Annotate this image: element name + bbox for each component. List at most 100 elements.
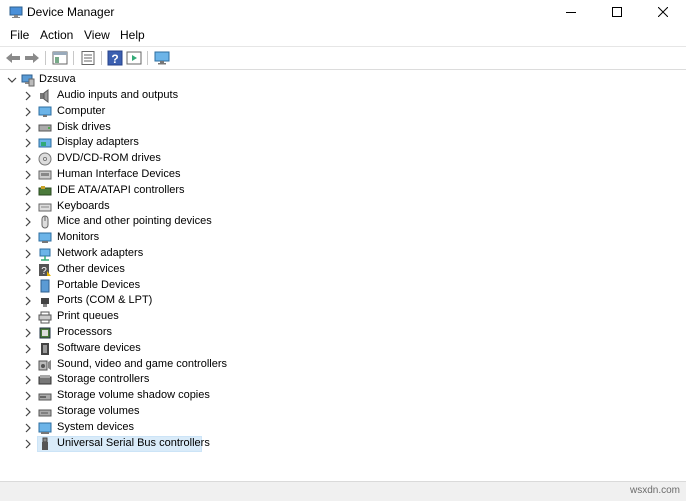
usb-icon [42,437,48,450]
tree-item-storage-controllers[interactable]: Storage controllers [0,372,686,388]
toolbar: ? [0,46,686,70]
chevron-right-icon[interactable] [23,391,33,401]
forward-icon [25,53,39,63]
menu-view[interactable]: View [84,27,110,43]
tree-item-label: Network adapters [57,247,144,259]
run-icon [126,51,142,65]
chevron-right-icon[interactable] [23,265,33,275]
chevron-right-icon[interactable] [23,233,33,243]
scan-hardware-button[interactable] [153,49,171,67]
display-adapter-icon [38,138,52,148]
tree-root[interactable]: Dzsuva [0,72,686,88]
tree-item-human-interface-devices[interactable]: Human Interface Devices [0,167,686,183]
tree-item-storage-volume-shadow-copies[interactable]: Storage volume shadow copies [0,388,686,404]
tree-item-dvd-cd-rom-drives[interactable]: DVD/CD-ROM drives [0,151,686,167]
window-title: Device Manager [27,5,115,19]
chevron-right-icon[interactable] [23,217,33,227]
tree-item-storage-volumes[interactable]: Storage volumes [0,404,686,420]
tree-item-ports-com-lpt[interactable]: Ports (COM & LPT) [0,293,686,309]
tree-item-label: Keyboards [57,199,110,212]
tree-item-label: Computer [57,104,106,117]
tree-item-keyboards[interactable]: Keyboards [0,199,686,215]
tree-item-portable-devices[interactable]: Portable Devices [0,278,686,294]
disk-drive-icon [38,124,52,132]
tree-item-processors[interactable]: Processors [0,325,686,341]
software-device-icon [41,342,49,355]
chevron-right-icon[interactable] [23,360,33,370]
toolbar-separator [45,51,46,65]
chevron-right-icon[interactable] [23,312,33,322]
tree-item-label: Ports (COM & LPT) [57,294,153,307]
back-button[interactable] [4,49,22,67]
tree-item-label: Storage controllers [57,373,150,386]
tree-item-label: System devices [57,420,135,433]
tree-item-system-devices[interactable]: System devices [0,420,686,436]
menu-file[interactable]: File [10,27,29,43]
tree-item-label: Sound, video and game controllers [57,357,227,370]
chevron-right-icon[interactable] [23,107,33,117]
mouse-icon [41,215,49,229]
minimize-icon [566,12,576,13]
tree-item-print-queues[interactable]: Print queues [0,309,686,325]
unknown-device-icon: ? [39,263,51,277]
chevron-right-icon[interactable] [23,186,33,196]
watermark: wsxdn.com [629,485,680,496]
tree-item-other-devices[interactable]: ? Other devices [0,262,686,278]
sound-icon [38,359,51,371]
tree-item-label: Display adapters [57,136,139,149]
chevron-right-icon[interactable] [23,407,33,417]
chevron-right-icon[interactable] [23,375,33,385]
chevron-right-icon[interactable] [23,202,33,212]
monitor-icon [154,51,170,65]
close-button[interactable] [640,0,686,24]
menu-help[interactable]: Help [120,27,145,43]
tree-item-monitors[interactable]: Monitors [0,230,686,246]
chevron-right-icon[interactable] [23,154,33,164]
storage-controller-icon [38,375,52,385]
tree-item-label: Disk drives [57,120,111,133]
system-device-icon [38,422,52,434]
menu-bar: File Action View Help [0,25,686,45]
chevron-right-icon[interactable] [23,439,33,449]
toolbar-separator [147,51,148,65]
chevron-right-icon[interactable] [23,344,33,354]
tree-item-label: Software devices [57,341,141,354]
chevron-right-icon[interactable] [23,328,33,338]
chevron-right-icon[interactable] [23,91,33,101]
tree-item-label: Print queues [57,310,119,323]
tree-item-display-adapters[interactable]: Display adapters [0,135,686,151]
tree-item-computer[interactable]: Computer [0,104,686,120]
menu-action[interactable]: Action [40,27,73,43]
help-button[interactable]: ? [106,49,124,67]
chevron-right-icon[interactable] [23,170,33,180]
tree-item-label: Processors [57,326,113,338]
chevron-right-icon[interactable] [23,423,33,433]
properties-icon [81,51,95,65]
show-hide-console-tree-button[interactable] [51,49,69,67]
chevron-right-icon[interactable] [23,138,33,148]
properties-button[interactable] [79,49,97,67]
computer-tree-icon [21,74,35,87]
tree-item-universal-serial-bus-controllers[interactable]: Universal Serial Bus controllers [0,435,686,452]
minimize-button[interactable] [548,0,594,24]
tree-item-mice-and-other-pointing-devices[interactable]: Mice and other pointing devices [0,214,686,230]
maximize-button[interactable] [594,0,640,24]
tree-item-ide-ata-atapi-controllers[interactable]: IDE ATA/ATAPI controllers [0,183,686,199]
chevron-right-icon[interactable] [23,281,33,291]
processor-icon [39,327,51,339]
chevron-right-icon[interactable] [23,296,33,306]
chevron-down-icon[interactable] [7,75,17,85]
tree-item-software-devices[interactable]: Software devices [0,341,686,357]
forward-button[interactable] [23,49,41,67]
run-button[interactable] [125,49,143,67]
svg-text:?: ? [41,266,47,277]
tree-item-network-adapters[interactable]: Network adapters [0,246,686,262]
tree-item-audio-inputs-and-outputs[interactable]: Audio inputs and outputs [0,88,686,104]
help-icon: ? [107,50,123,66]
tree-item-sound-video-and-game-controllers[interactable]: Sound, video and game controllers [0,357,686,373]
tree-item-disk-drives[interactable]: Disk drives [0,120,686,136]
device-tree: Dzsuva Audio inputs and outputs Computer D… [0,70,686,480]
chevron-right-icon[interactable] [23,123,33,133]
portable-device-icon [40,279,50,293]
chevron-right-icon[interactable] [23,249,33,259]
